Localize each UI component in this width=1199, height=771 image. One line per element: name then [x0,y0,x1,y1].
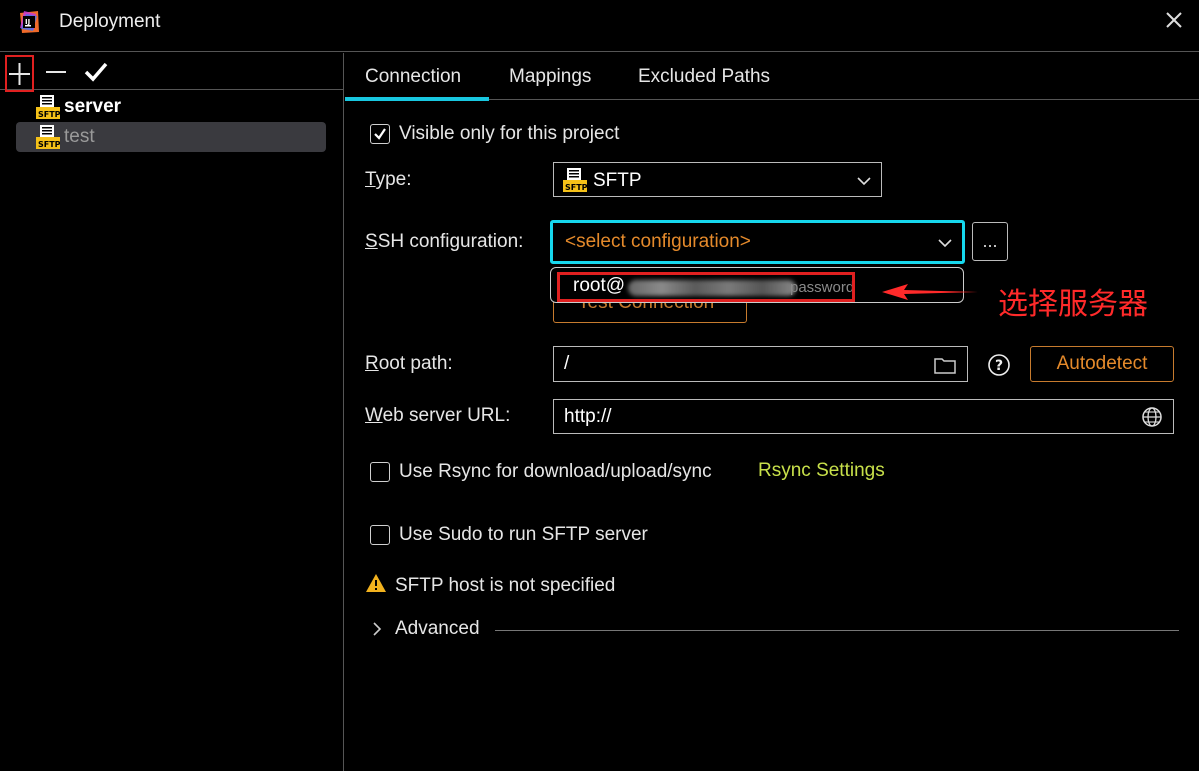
folder-icon[interactable] [933,355,957,375]
remove-server-button[interactable] [42,55,70,89]
chevron-down-icon [857,177,871,186]
root-label-rest: oot path: [378,353,453,374]
root-path-value: / [564,353,570,374]
type-select[interactable]: SFTP SFTP [553,162,882,197]
root-path-input[interactable]: / [553,346,968,382]
tab-connection[interactable]: Connection [345,53,489,101]
rsync-settings-link[interactable]: Rsync Settings [758,460,885,482]
add-server-button[interactable] [5,55,34,92]
window-title: Deployment [59,11,161,32]
dropdown-option-root[interactable] [557,272,855,302]
web-server-url-label: Web server URL: [365,405,510,427]
warning-icon [366,574,386,592]
ssh-config-label: SSH configuration: [365,231,523,253]
advanced-divider [495,630,1179,631]
tab-mappings[interactable]: Mappings [489,53,611,100]
ssh-label-rest: SH configuration: [377,231,524,252]
type-value: SFTP [593,170,642,191]
annotation-arrow-icon [882,284,978,300]
tab-excluded-paths[interactable]: Excluded Paths [618,53,790,100]
sudo-checkbox[interactable] [370,525,390,545]
tab-bar: Connection Mappings Excluded Paths [345,53,1199,101]
annotation-text: 选择服务器 [998,287,1148,322]
app-logo-icon: IJ [18,10,40,34]
tree-item-server[interactable]: SFTP server [16,92,326,122]
tree-item-label: test [64,126,95,147]
checkmark-icon [84,62,108,82]
tree-item-test[interactable]: SFTP test [16,122,326,152]
web-server-url-input[interactable]: http:// [553,399,1174,434]
advanced-toggle[interactable]: Advanced [395,618,480,640]
checkmark-icon [374,128,386,140]
chevron-down-icon [938,239,952,248]
web-label-mnemonic: W [365,405,383,426]
web-label-rest: eb server URL: [382,405,511,426]
type-label-rest: ype: [375,169,412,190]
apply-button[interactable] [82,55,110,89]
svg-text:IJ: IJ [25,18,30,26]
root-path-label: Root path: [365,353,453,375]
globe-icon[interactable] [1141,406,1163,428]
ssh-label-mnemonic: S [365,231,378,252]
svg-text:SFTP: SFTP [565,183,587,192]
svg-text:?: ? [995,358,1003,374]
minus-icon [46,71,66,73]
visible-only-label: Visible only for this project [399,123,620,144]
warning-text: SFTP host is not specified [395,575,616,596]
help-icon[interactable]: ? [987,353,1011,377]
autodetect-button[interactable]: Autodetect [1030,346,1174,382]
type-label-mnemonic: T [365,169,376,190]
sudo-label: Use Sudo to run SFTP server [399,524,648,545]
server-list-panel [0,53,344,771]
chevron-right-icon[interactable] [370,621,384,637]
type-label: Type: [365,169,411,191]
root-label-mnemonic: R [365,353,379,374]
tree-item-label: server [64,96,122,117]
svg-text:SFTP: SFTP [38,140,60,149]
sftp-icon: SFTP [36,95,61,119]
svg-text:SFTP: SFTP [38,110,60,119]
rsync-label: Use Rsync for download/upload/sync [399,461,712,482]
close-button[interactable] [1162,8,1186,32]
rsync-checkbox[interactable] [370,462,390,482]
sftp-icon: SFTP [563,168,588,192]
ssh-config-placeholder: <select configuration> [565,231,751,252]
ssh-config-select[interactable]: <select configuration> [550,220,965,264]
ssh-config-more-button[interactable]: ... [972,222,1008,261]
test-connection-button[interactable]: Test Connection [553,300,747,323]
title-bar [0,0,1199,52]
close-icon [1166,12,1182,28]
sftp-icon: SFTP [36,125,61,149]
plus-icon [9,63,30,85]
web-server-url-value: http:// [564,406,612,427]
visible-only-checkbox[interactable] [370,124,390,144]
